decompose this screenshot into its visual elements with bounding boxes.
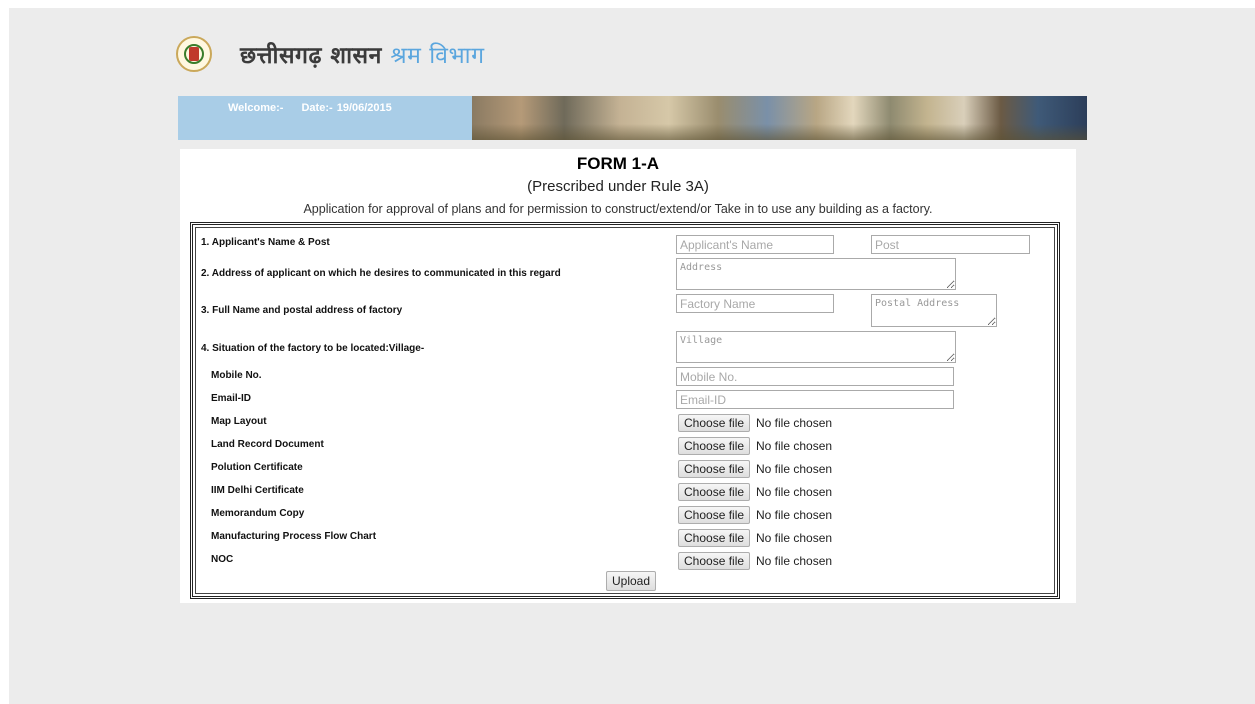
factory-name-input[interactable]: [676, 294, 834, 313]
choose-file-button[interactable]: Choose file: [678, 460, 751, 478]
upload-label-memorandum: Memorandum Copy: [211, 508, 305, 519]
header-banner: Welcome:- Date:- 19/06/2015: [178, 96, 1087, 140]
mobile-input[interactable]: [676, 367, 954, 386]
banner-photo: [472, 96, 1087, 140]
choose-file-button[interactable]: Choose file: [678, 483, 751, 501]
address-label: 2. Address of applicant on which he desi…: [201, 268, 561, 279]
choose-file-button[interactable]: Choose file: [678, 437, 751, 455]
email-input[interactable]: [676, 390, 954, 409]
address-textarea[interactable]: [676, 258, 956, 290]
upload-label-polution-certificate: Polution Certificate: [211, 462, 303, 473]
village-textarea[interactable]: [676, 331, 956, 363]
file-status: No file chosen: [756, 531, 833, 545]
file-status: No file chosen: [756, 462, 833, 476]
banner-info: Welcome:- Date:- 19/06/2015: [228, 102, 406, 114]
welcome-text: Welcome:-: [228, 102, 284, 114]
site-title: छत्तीसगढ़ शासन श्रम विभाग: [240, 38, 485, 70]
post-input[interactable]: [871, 235, 1030, 254]
factory-label: 3. Full Name and postal address of facto…: [201, 305, 403, 316]
choose-file-button[interactable]: Choose file: [678, 506, 751, 524]
file-status: No file chosen: [756, 485, 833, 499]
state-emblem-logo: [176, 36, 212, 72]
form-description: Application for approval of plans and fo…: [303, 202, 933, 216]
date-text: Date:- 19/06/2015: [301, 102, 392, 114]
form-title: FORM 1-A: [576, 154, 660, 173]
file-status: No file chosen: [756, 416, 833, 430]
postal-address-textarea[interactable]: [871, 294, 997, 327]
mobile-label: Mobile No.: [211, 370, 262, 381]
upload-label-iim-certificate: IIM Delhi Certificate: [211, 485, 304, 496]
applicant-label: 1. Applicant's Name & Post: [201, 237, 330, 248]
file-status: No file chosen: [756, 508, 833, 522]
upload-label-land-record: Land Record Document: [211, 439, 324, 450]
applicant-name-input[interactable]: [676, 235, 834, 254]
upload-label-noc: NOC: [211, 554, 234, 565]
situation-label: 4. Situation of the factory to be locate…: [201, 343, 425, 354]
form-subtitle: (Prescribed under Rule 3A): [527, 178, 709, 195]
upload-label-map-layout: Map Layout: [211, 416, 267, 427]
choose-file-button[interactable]: Choose file: [678, 552, 751, 570]
file-status: No file chosen: [756, 554, 833, 568]
email-label: Email-ID: [211, 393, 252, 404]
upload-label-flow-chart: Manufacturing Process Flow Chart: [211, 531, 377, 542]
file-status: No file chosen: [756, 439, 833, 453]
choose-file-button[interactable]: Choose file: [678, 414, 751, 432]
choose-file-button[interactable]: Choose file: [678, 529, 751, 547]
dept-text: श्रम विभाग: [390, 43, 485, 69]
upload-button[interactable]: Upload: [606, 571, 657, 591]
gov-text: छत्तीसगढ़ शासन: [240, 43, 382, 69]
